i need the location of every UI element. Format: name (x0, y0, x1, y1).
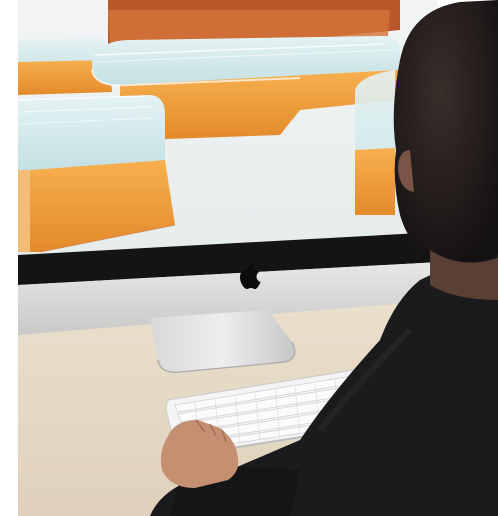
person-head (393, 0, 498, 265)
photo-illustration (17, 0, 498, 516)
photo-scene (0, 0, 498, 516)
imac-screen (17, 0, 438, 255)
